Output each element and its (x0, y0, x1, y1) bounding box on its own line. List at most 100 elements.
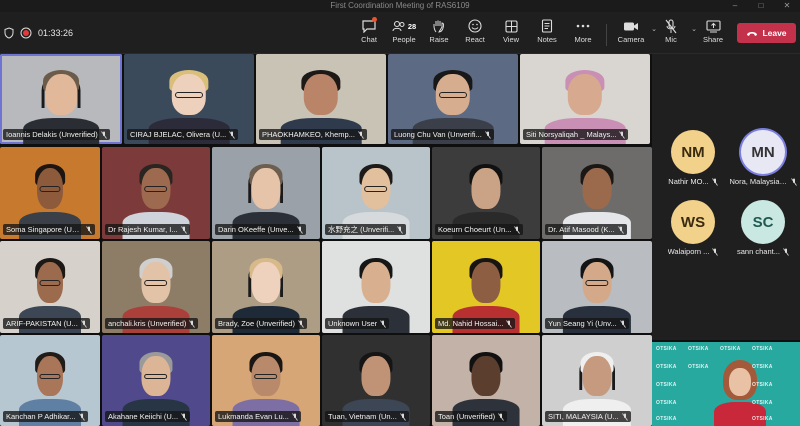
participant-video-tile[interactable]: Brady, Zoe (Unverified) (212, 241, 320, 333)
participant-video-tile[interactable]: Dr. Atif Masood (K... (542, 147, 652, 239)
participant-nametag: CIRAJ BJELAC, Olivera (U... (127, 129, 239, 140)
background-logo: OTSIKA (752, 400, 773, 406)
people-count: 28 (407, 21, 417, 31)
participant-name: Kanchan P Adhikar... (6, 412, 76, 421)
meeting-toolbar: 01:33:26 Chat 28 People Raise React View… (0, 12, 800, 54)
mic-label: Mic (665, 35, 677, 44)
notes-label: Notes (537, 35, 557, 44)
presenter-video-tile[interactable]: OTSIKA OTSIKA OTSIKA OTSIKA OTSIKA OTSIKA OTSI… (652, 342, 800, 426)
participant-nametag: Darin OKeeffe (Unve... (215, 224, 306, 235)
people-button[interactable]: 28 People (384, 17, 424, 51)
participant-name: Darin OKeeffe (Unve... (218, 225, 294, 234)
view-label: View (502, 35, 520, 44)
participant-video-tile[interactable]: SITI, MALAYSIA (U... (542, 335, 652, 426)
participant-name: Toan (Unverified) (438, 412, 496, 421)
mic-off-icon (86, 225, 92, 234)
participant-video-tile[interactable]: Md. Nahid Hossai... (432, 241, 540, 333)
participant-card[interactable]: WS Walaiporn ... (656, 200, 730, 260)
chat-button[interactable]: Chat (349, 17, 389, 51)
participant-video-tile[interactable]: Dr Rajesh Kumar, I... (102, 147, 210, 239)
more-label: More (574, 35, 592, 44)
participant-video-tile[interactable]: Darin OKeeffe (Unve... (212, 147, 320, 239)
camera-icon (624, 22, 638, 30)
participant-video-tile[interactable]: Yun Seang Yi (Unv... (542, 241, 652, 333)
participant-video-tile[interactable]: Kanchan P Adhikar... (0, 335, 100, 426)
participant-video-tile[interactable]: Ioannis Delakis (Unverified) (0, 54, 122, 144)
participant-video-tile[interactable]: Lukmanda Evan Lu... (212, 335, 320, 426)
participant-card[interactable]: MN Nora, Malaysia ... (726, 130, 800, 190)
participant-name: Koeurn Choeurt (Un... (438, 225, 512, 234)
close-window-button[interactable]: ✕ (774, 0, 800, 12)
camera-button[interactable]: Camera ⌄ (611, 17, 657, 51)
participant-face (251, 167, 281, 209)
participant-face (471, 355, 501, 397)
participant-video-tile[interactable]: Siti Norsyaliqah _ Malays... (520, 54, 650, 144)
participant-face (361, 261, 391, 303)
participant-nametag: Toan (Unverified) (435, 411, 508, 422)
mic-off-icon (506, 319, 513, 328)
participant-video-tile[interactable]: anchali.kris (Unverified) (102, 241, 210, 333)
people-label: People (392, 35, 416, 44)
participant-video-tile[interactable]: ARIF-PAKISTAN (U... (0, 241, 100, 333)
participant-video-tile[interactable]: Toan (Unverified) (432, 335, 540, 426)
video-grid: Ioannis Delakis (Unverified) CIRAJ BJELAC… (0, 54, 652, 426)
background-logo: OTSIKA (656, 364, 677, 370)
participant-name: SITI, MALAYSIA (U... (548, 412, 619, 421)
participant-card[interactable]: NM Nathir MO... (656, 130, 730, 190)
participant-video-tile[interactable]: Luong Chu Van (Unverifi... (388, 54, 518, 144)
participant-card[interactable]: SC sann chant... (726, 200, 800, 260)
mic-off-icon (78, 412, 85, 421)
mic-off-icon (292, 412, 298, 421)
participant-video-tile[interactable]: Unknown User (322, 241, 430, 333)
mic-off-icon (619, 130, 626, 139)
participant-name: Nora, Malaysia ... (729, 177, 788, 186)
react-button[interactable]: React (455, 17, 495, 51)
participant-nametag: Dr Rajesh Kumar, I... (105, 224, 190, 235)
glasses-shape (39, 279, 61, 286)
mic-off-icon (358, 130, 364, 139)
participant-video-tile[interactable]: 水野充之 (Unverifi... (322, 147, 430, 239)
participant-video-tile[interactable]: Soma Singapore (Unve... (0, 147, 100, 239)
mic-button[interactable]: Mic ⌄ (651, 17, 697, 51)
leave-button[interactable]: Leave (737, 23, 796, 43)
participant-face (471, 167, 501, 209)
glasses-shape (175, 92, 203, 98)
participant-face (471, 261, 501, 303)
participant-nametag: Brady, Zoe (Unverified) (215, 318, 307, 329)
participant-name: Nathir MO... (668, 177, 709, 186)
toolbar-divider (606, 24, 607, 46)
participant-video-tile[interactable]: PHAOKHAMKEO, Khemp... (256, 54, 386, 144)
mic-off-icon (399, 412, 406, 421)
share-button[interactable]: Share (693, 17, 733, 51)
participant-video-tile[interactable]: Koeurn Choeurt (Un... (432, 147, 540, 239)
view-button[interactable]: View (491, 17, 531, 51)
mic-off-icon (711, 177, 718, 186)
mic-off-icon (298, 319, 304, 328)
maximize-button[interactable]: □ (748, 0, 774, 12)
participant-nametag: Siti Norsyaliqah _ Malays... (523, 129, 629, 140)
participant-video-tile[interactable]: CIRAJ BJELAC, Olivera (U... (124, 54, 254, 144)
avatar: MN (741, 130, 785, 174)
notes-button[interactable]: Notes (527, 17, 567, 51)
glasses-shape (364, 185, 388, 192)
raise-hand-button[interactable]: Raise (419, 17, 459, 51)
background-logo: OTSIKA (752, 364, 773, 370)
background-logo: OTSIKA (656, 416, 677, 422)
participant-video-tile[interactable]: Tuan, Vietnam (Un... (322, 335, 430, 426)
mic-off-icon (397, 225, 404, 234)
participant-nametag: Tuan, Vietnam (Un... (325, 411, 409, 422)
minimize-button[interactable]: – (722, 0, 748, 12)
participant-nametag: Ioannis Delakis (Unverified) (3, 129, 110, 140)
meeting-title: First Coordination Meeting of RAS6109 (330, 1, 470, 10)
title-bar: First Coordination Meeting of RAS6109 – … (0, 0, 800, 12)
shield-icon[interactable] (4, 27, 14, 39)
participant-face (251, 261, 281, 303)
participant-name: anchali.kris (Unverified) (108, 319, 187, 328)
glasses-shape (439, 92, 467, 98)
avatar-panel: NM Nathir MO... MN Nora, Malaysia ... WS… (652, 54, 800, 340)
avatar: NM (671, 130, 715, 174)
more-button[interactable]: More (563, 17, 603, 51)
participant-name: PHAOKHAMKEO, Khemp... (262, 130, 355, 139)
participant-video-tile[interactable]: Akahane Keiichi (U... (102, 335, 210, 426)
participant-nametag: Md. Nahid Hossai... (435, 318, 516, 329)
